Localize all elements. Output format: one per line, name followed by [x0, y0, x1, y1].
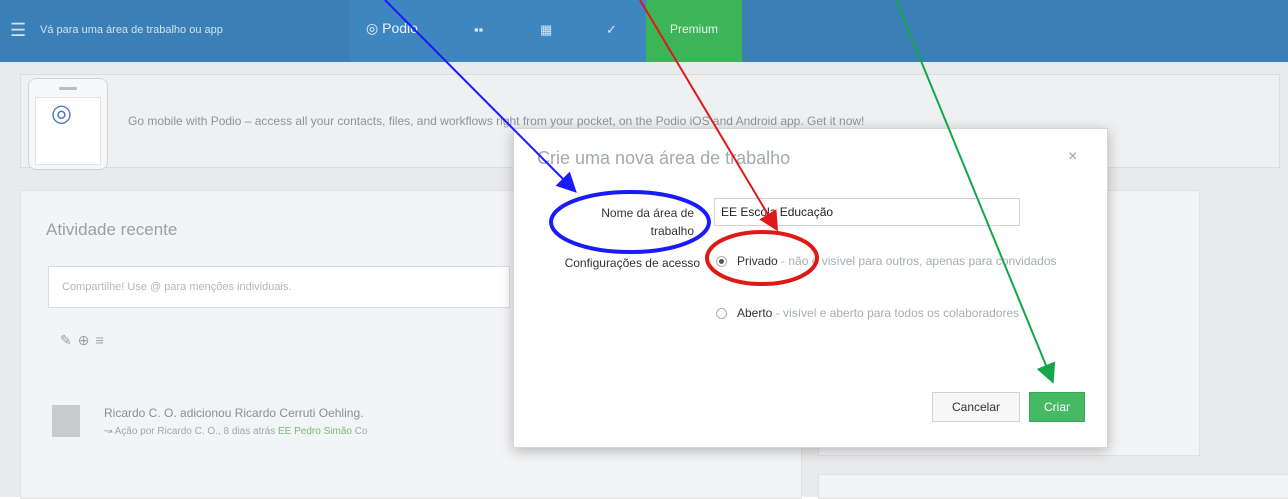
menu-icon[interactable]: ☰ [10, 20, 26, 41]
feed-item-text: Ricardo C. O. adicionou Ricardo Cerruti … [104, 406, 364, 420]
access-settings-label: Configurações de acesso [564, 256, 700, 270]
open-option-label: Aberto [737, 306, 773, 320]
activity-title: Atividade recente [46, 220, 178, 239]
open-option-desc: - visível e aberto para todos os colabor… [772, 306, 1020, 320]
workspace-name-input[interactable] [714, 198, 1020, 226]
open-radio[interactable] [716, 308, 727, 319]
private-option-label: Privado [737, 254, 778, 268]
share-placeholder: Compartilhe! Use @ para menções individu… [62, 281, 292, 293]
open-option: Aberto - visível e aberto para todos os … [737, 303, 1037, 323]
feed-item-meta: ↝ Ação por Ricardo C. O., 8 dias atrás E… [104, 426, 368, 437]
podio-logo-icon: ◎ [51, 100, 72, 127]
banner-text: Go mobile with Podio – access all your c… [128, 114, 865, 128]
private-option-desc: - não é visível para outros, apenas para… [777, 254, 1057, 268]
create-button[interactable]: Criar [1029, 392, 1085, 422]
phone-illustration: ◎ [28, 78, 108, 170]
cancel-button[interactable]: Cancelar [932, 392, 1020, 422]
attach-icon[interactable]: ✎ [60, 332, 78, 348]
podio-logo[interactable]: ◎ Podio [366, 20, 418, 37]
avatar[interactable] [52, 405, 80, 437]
feed-meta-suffix: Co [354, 426, 368, 437]
phone-speaker [59, 87, 77, 90]
modal-title: Crie uma nova área de trabalho [537, 148, 791, 168]
list-icon[interactable]: ≡ [95, 332, 109, 348]
share-tools: ✎⊕≡ [60, 332, 110, 349]
private-option: Privado - não é visível para outros, ape… [737, 251, 1067, 271]
close-icon[interactable]: × [1068, 148, 1077, 166]
private-radio[interactable] [716, 256, 727, 267]
workspace-name-label: Nome da área de trabalho [601, 206, 694, 238]
logo-text: Podio [382, 20, 418, 36]
workspace-navigator[interactable]: Vá para uma área de trabalho ou app [40, 24, 223, 36]
feed-meta-text: Ação por Ricardo C. O., 8 dias atrás [114, 426, 276, 437]
right-panel-lower [818, 474, 1288, 499]
tasks-icon[interactable]: ✓ [606, 22, 617, 38]
apps-grid-icon[interactable]: ▪▪ [474, 22, 483, 37]
top-bar: ☰ Vá para uma área de trabalho ou app ◎ … [0, 0, 1288, 62]
globe-icon[interactable]: ⊕ [78, 332, 96, 348]
calendar-icon[interactable]: ▦ [540, 22, 552, 38]
workspace-link[interactable]: EE Pedro Simão [278, 426, 352, 437]
premium-button[interactable]: Premium [646, 0, 742, 62]
